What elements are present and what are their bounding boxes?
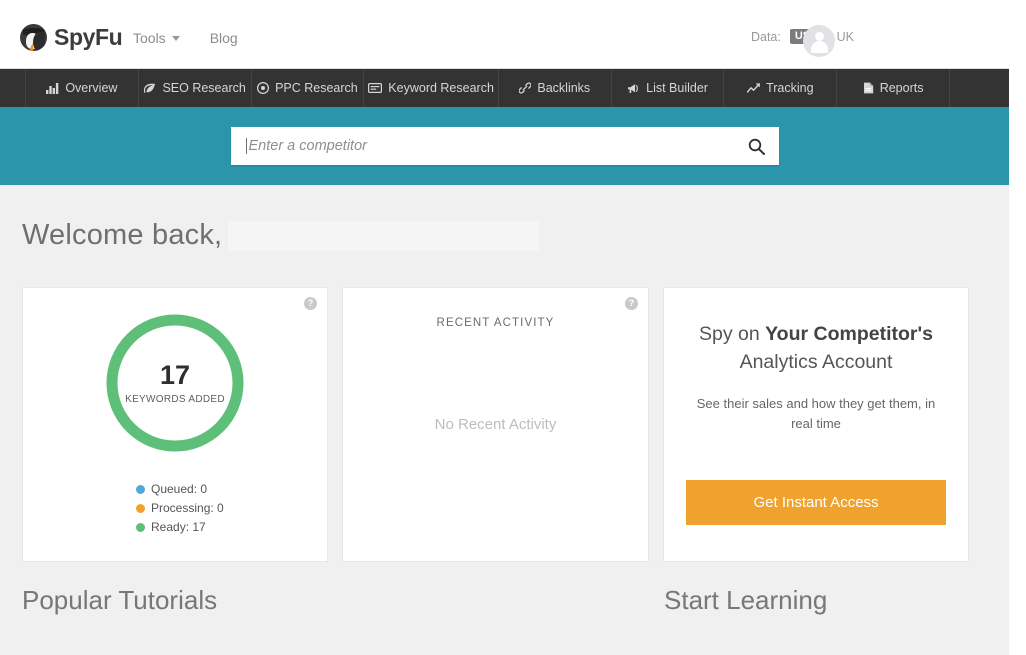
nav-item-overview[interactable]: Overview bbox=[25, 69, 138, 107]
search-band: Enter a competitor bbox=[0, 107, 1009, 185]
spy-logo-icon bbox=[20, 24, 47, 51]
topnav-item-label: Tools bbox=[133, 30, 166, 46]
popular-tutorials-heading: Popular Tutorials bbox=[22, 585, 218, 615]
bullhorn-icon bbox=[627, 83, 640, 94]
nav-item-list-builder[interactable]: List Builder bbox=[610, 69, 724, 107]
nav-item-tracking[interactable]: Tracking bbox=[723, 69, 836, 107]
promo-headline-bold: Your Competitor's bbox=[765, 323, 933, 345]
brand-name: SpyFu bbox=[54, 24, 123, 50]
start-learning-heading: Start Learning bbox=[664, 585, 828, 615]
nav-item-label: SEO Research bbox=[162, 81, 246, 95]
nav-item-label: Tracking bbox=[766, 81, 814, 95]
legend-dot-processing bbox=[136, 504, 145, 513]
keywords-added-card: ? 17 KEYWORDS ADDED Queued: 0 Processing… bbox=[22, 287, 328, 562]
dashboard-cards-row: ? 17 KEYWORDS ADDED Queued: 0 Processing… bbox=[22, 287, 969, 562]
nav-item-label: Backlinks bbox=[537, 81, 591, 95]
page-title: Welcome back, bbox=[22, 219, 223, 251]
keywords-donut-chart: 17 KEYWORDS ADDED bbox=[102, 310, 248, 456]
nav-item-label: List Builder bbox=[646, 81, 708, 95]
search-icon[interactable] bbox=[748, 138, 765, 155]
locale-uk-option[interactable]: UK bbox=[837, 30, 854, 44]
top-header-bar: SpyFu Tools Blog Data: US / UK bbox=[0, 0, 1009, 69]
nav-item-ppc-research[interactable]: PPC Research bbox=[250, 69, 364, 107]
nav-left-spacer bbox=[0, 69, 25, 107]
vertical-scrollbar[interactable] bbox=[1009, 0, 1026, 655]
promo-subtext: See their sales and how they get them, i… bbox=[696, 396, 936, 431]
legend-item-processing: Processing: 0 bbox=[136, 499, 224, 518]
nav-item-label: Reports bbox=[879, 81, 924, 95]
nav-item-reports[interactable]: Reports bbox=[836, 69, 949, 107]
topnav-item-blog[interactable]: Blog bbox=[210, 30, 238, 46]
promo-headline-pre: Spy on bbox=[698, 323, 766, 345]
keywords-count-label: KEYWORDS ADDED bbox=[125, 393, 225, 405]
nav-item-label: Overview bbox=[65, 81, 118, 95]
nav-item-seo-research[interactable]: SEO Research bbox=[137, 69, 251, 107]
bottom-headings-row: Popular Tutorials Start Learning bbox=[22, 585, 969, 616]
legend-item-queued: Queued: 0 bbox=[136, 480, 224, 499]
promo-headline-post: Analytics Account bbox=[739, 351, 893, 373]
dashboard-body: Welcome back, ? 17 KEYWORDS ADDED Queued… bbox=[0, 185, 1009, 655]
username-placeholder bbox=[228, 220, 540, 251]
content-column: SpyFu Tools Blog Data: US / UK bbox=[0, 0, 1009, 655]
target-icon bbox=[257, 82, 270, 94]
text-cursor bbox=[245, 138, 247, 154]
main-navigation-bar: Overview SEO Research PPC Research Keywo… bbox=[0, 69, 1009, 107]
topnav-item-tools[interactable]: Tools bbox=[133, 30, 180, 46]
utility-nav: Tools Blog bbox=[133, 30, 238, 46]
bar-chart-icon bbox=[46, 82, 59, 94]
data-label: Data: bbox=[750, 29, 781, 44]
line-chart-icon bbox=[747, 82, 760, 94]
search-input[interactable]: Enter a competitor bbox=[249, 138, 748, 154]
nav-item-label: Keyword Research bbox=[388, 81, 494, 95]
nav-item-keyword-research[interactable]: Keyword Research bbox=[363, 69, 498, 107]
nav-item-label: PPC Research bbox=[275, 81, 358, 95]
recent-activity-title: RECENT ACTIVITY bbox=[436, 317, 555, 329]
spyfu-dashboard-page: SpyFu Tools Blog Data: US / UK bbox=[0, 0, 1026, 655]
brand-logo[interactable]: SpyFu bbox=[20, 24, 123, 51]
legend-item-ready: Ready: 17 bbox=[136, 518, 224, 537]
legend-label: Queued: 0 bbox=[151, 482, 208, 496]
promo-headline: Spy on Your Competitor's Analytics Accou… bbox=[686, 320, 946, 376]
welcome-row: Welcome back, bbox=[22, 219, 540, 252]
legend-label: Ready: 17 bbox=[151, 520, 206, 534]
nav-item-backlinks[interactable]: Backlinks bbox=[497, 69, 611, 107]
keywords-legend: Queued: 0 Processing: 0 Ready: 17 bbox=[136, 480, 224, 537]
legend-dot-ready bbox=[136, 523, 145, 532]
keywords-count: 17 bbox=[159, 359, 191, 390]
link-icon bbox=[519, 82, 532, 94]
competitor-search-box[interactable]: Enter a competitor bbox=[230, 127, 779, 165]
legend-dot-queued bbox=[136, 485, 145, 494]
topnav-item-label: Blog bbox=[209, 30, 238, 46]
get-instant-access-button[interactable]: Get Instant Access bbox=[686, 480, 946, 525]
help-circle-icon[interactable]: ? bbox=[304, 297, 317, 310]
promo-card: Spy on Your Competitor's Analytics Accou… bbox=[663, 287, 969, 562]
leaf-icon bbox=[143, 83, 156, 94]
chevron-down-icon bbox=[171, 35, 180, 41]
card-icon bbox=[368, 83, 383, 93]
recent-activity-card: ? RECENT ACTIVITY No Recent Activity bbox=[342, 287, 649, 562]
recent-activity-empty-state: No Recent Activity bbox=[434, 416, 557, 433]
user-avatar-icon[interactable] bbox=[803, 25, 835, 57]
help-circle-icon[interactable]: ? bbox=[625, 297, 638, 310]
legend-label: Processing: 0 bbox=[151, 501, 224, 515]
document-icon bbox=[863, 82, 874, 94]
nav-right-spacer bbox=[948, 69, 1009, 107]
